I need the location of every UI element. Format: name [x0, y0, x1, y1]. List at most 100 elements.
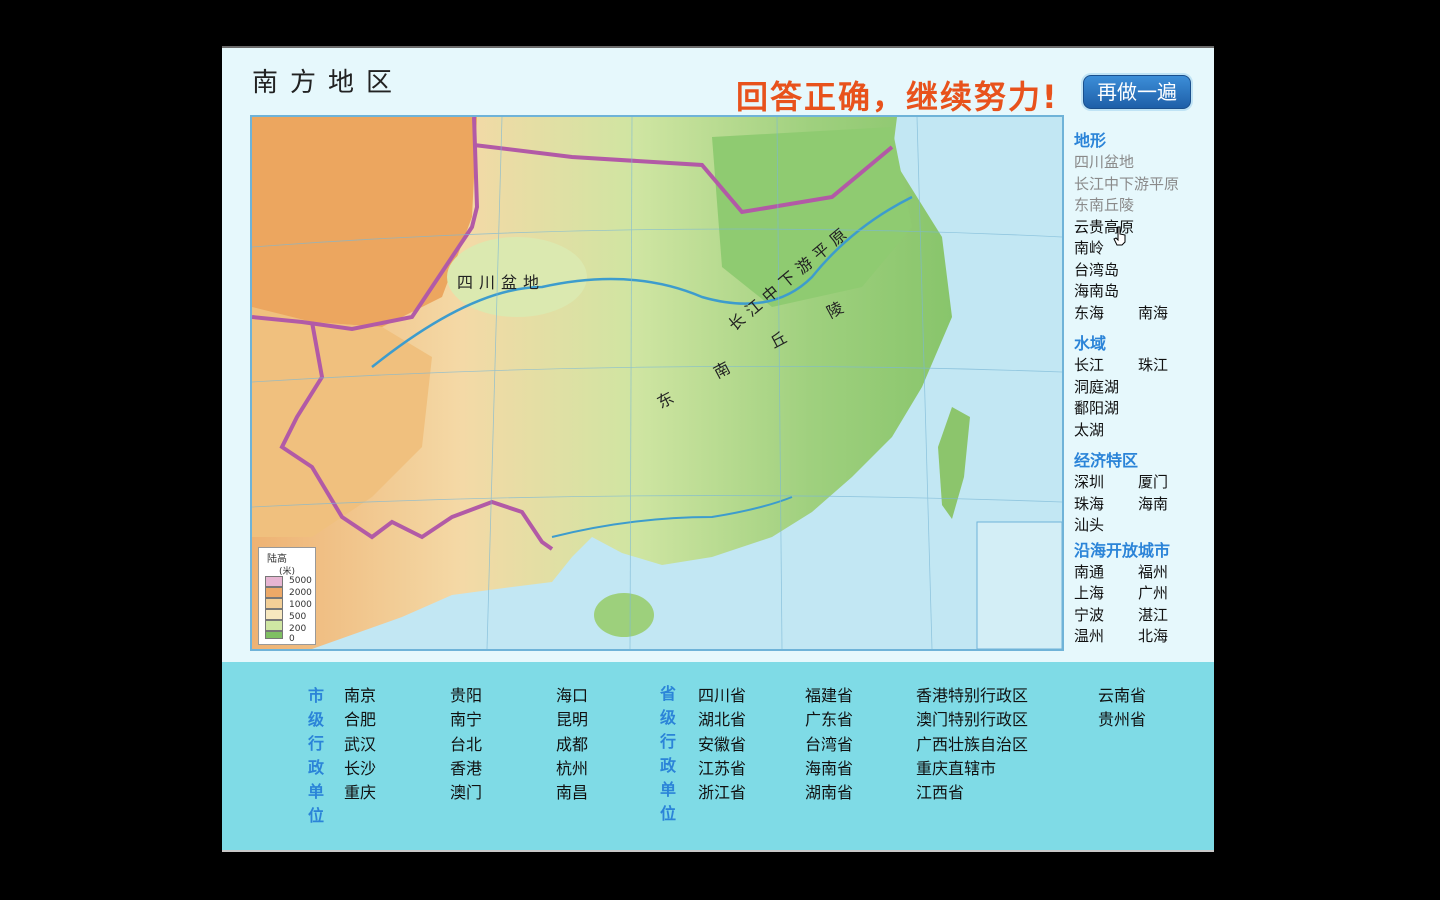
hainan-island	[594, 593, 654, 637]
option-row: 汕头	[1074, 515, 1214, 537]
option-city[interactable]: 福州	[1138, 562, 1168, 584]
legend-swatch	[265, 587, 283, 598]
province-level-label: 省级行政单位	[659, 684, 676, 823]
city-item[interactable]: 南昌	[556, 781, 588, 805]
city-item[interactable]: 澳门	[450, 781, 482, 805]
legend-value: 2000	[289, 588, 312, 598]
city-item[interactable]: 南宁	[450, 708, 482, 732]
province-item[interactable]: 台湾省	[805, 733, 853, 757]
city-item[interactable]: 贵阳	[450, 684, 482, 708]
province-item[interactable]: 广西壮族自治区	[916, 733, 1028, 757]
province-item[interactable]: 湖北省	[698, 708, 746, 732]
option-done[interactable]: 东南丘陵	[1074, 195, 1214, 217]
option-city[interactable]: 汕头	[1074, 515, 1138, 537]
option-city[interactable]: 广州	[1138, 583, 1168, 605]
province-item[interactable]: 贵州省	[1098, 708, 1146, 732]
option-done[interactable]: 长江中下游平原	[1074, 174, 1214, 196]
city-item[interactable]: 重庆	[344, 781, 376, 805]
option-dongting-lake[interactable]: 洞庭湖	[1074, 377, 1214, 399]
legend-swatch	[265, 631, 283, 639]
province-item[interactable]: 福建省	[805, 684, 853, 708]
option-row: 深圳 厦门	[1074, 472, 1214, 494]
province-item[interactable]: 安徽省	[698, 733, 746, 757]
legend-swatch	[265, 609, 283, 620]
option-city[interactable]: 上海	[1074, 583, 1138, 605]
province-item[interactable]: 海南省	[805, 757, 853, 781]
option-done[interactable]: 四川盆地	[1074, 152, 1214, 174]
city-item[interactable]: 杭州	[556, 757, 588, 781]
option-city[interactable]: 南通	[1074, 562, 1138, 584]
option-row: 长江 珠江	[1074, 355, 1214, 377]
legend-swatch	[265, 576, 283, 587]
option-row: 南通 福州	[1074, 562, 1214, 584]
option-yungui-plateau[interactable]: 云贵高原	[1074, 217, 1214, 239]
option-row: 东海 南海	[1074, 303, 1214, 325]
province-item[interactable]: 广东省	[805, 708, 853, 732]
option-city[interactable]: 温州	[1074, 626, 1138, 648]
section-terrain-heading: 地形	[1074, 131, 1107, 150]
province-column: 福建省 广东省 台湾省 海南省 湖南省	[805, 684, 853, 805]
option-poyang-lake[interactable]: 鄱阳湖	[1074, 398, 1214, 420]
city-item[interactable]: 武汉	[344, 733, 376, 757]
city-item[interactable]: 成都	[556, 733, 588, 757]
section-water-heading: 水域	[1074, 334, 1107, 353]
option-city[interactable]: 湛江	[1138, 605, 1168, 627]
option-city[interactable]: 厦门	[1138, 472, 1168, 494]
city-item[interactable]: 合肥	[344, 708, 376, 732]
province-item[interactable]: 云南省	[1098, 684, 1146, 708]
option-row: 上海 广州	[1074, 583, 1214, 605]
city-item[interactable]: 昆明	[556, 708, 588, 732]
physical-map: 四川盆地 长江中下游平原 东南丘陵 陆高 (米) 5000 2000 1000 …	[250, 115, 1064, 651]
map-terrain	[252, 117, 1062, 649]
legend-value: 200	[289, 624, 307, 634]
city-item[interactable]: 香港	[450, 757, 482, 781]
section-coastal-heading: 沿海开放城市	[1074, 540, 1171, 560]
answer-panel: 地形 四川盆地 长江中下游平原 东南丘陵 云贵高原 南岭 台湾岛 海南岛 东海南…	[1074, 130, 1214, 648]
option-row: 宁波 湛江	[1074, 605, 1214, 627]
province-column: 四川省 湖北省 安徽省 江苏省 浙江省	[698, 684, 746, 805]
province-item[interactable]: 江苏省	[698, 757, 746, 781]
city-item[interactable]: 南京	[344, 684, 376, 708]
admin-units-panel: 市级行政单位 南京 合肥 武汉 长沙 重庆 贵阳 南宁 台北 香港 澳门 海口 …	[222, 662, 1214, 850]
city-item[interactable]: 海口	[556, 684, 588, 708]
legend-value: 500	[289, 612, 307, 622]
hand-cursor-icon	[1113, 226, 1126, 246]
option-row: 温州 北海	[1074, 626, 1214, 648]
option-south-sea[interactable]: 南海	[1138, 303, 1168, 325]
province-item[interactable]: 澳门特别行政区	[916, 708, 1028, 732]
option-hainan-island[interactable]: 海南岛	[1074, 281, 1214, 303]
legend-swatch	[265, 620, 283, 631]
option-pearl-river[interactable]: 珠江	[1138, 355, 1168, 377]
answer-feedback: 回答正确，继续努力!	[736, 78, 1059, 116]
province-column: 香港特别行政区 澳门特别行政区 广西壮族自治区 重庆直辖市 江西省	[916, 684, 1028, 805]
legend-title: 陆高	[267, 554, 287, 565]
option-city[interactable]: 宁波	[1074, 605, 1138, 627]
city-item[interactable]: 台北	[450, 733, 482, 757]
province-item[interactable]: 香港特别行政区	[916, 684, 1028, 708]
option-city[interactable]: 深圳	[1074, 472, 1138, 494]
city-column: 海口 昆明 成都 杭州 南昌	[556, 684, 588, 805]
province-item[interactable]: 湖南省	[805, 781, 853, 805]
option-yangtze[interactable]: 长江	[1074, 355, 1138, 377]
option-city[interactable]: 海南	[1138, 494, 1168, 516]
city-column: 贵阳 南宁 台北 香港 澳门	[450, 684, 482, 805]
province-item[interactable]: 江西省	[916, 781, 1028, 805]
province-column: 云南省 贵州省	[1098, 684, 1146, 733]
city-item[interactable]: 长沙	[344, 757, 376, 781]
province-item[interactable]: 浙江省	[698, 781, 746, 805]
label-sichuan-basin: 四川盆地	[457, 273, 546, 292]
option-east-sea[interactable]: 东海	[1074, 303, 1138, 325]
option-nanling[interactable]: 南岭	[1074, 238, 1214, 260]
city-level-label: 市级行政单位	[307, 686, 324, 825]
city-column: 南京 合肥 武汉 长沙 重庆	[344, 684, 376, 805]
option-city[interactable]: 珠海	[1074, 494, 1138, 516]
province-item[interactable]: 重庆直辖市	[916, 757, 1028, 781]
elevation-legend: 陆高 (米) 5000 2000 1000 500 200 0	[258, 547, 316, 645]
option-tai-lake[interactable]: 太湖	[1074, 420, 1214, 442]
province-item[interactable]: 四川省	[698, 684, 746, 708]
redo-button[interactable]: 再做一遍	[1083, 75, 1191, 109]
legend-value: 0	[289, 634, 295, 644]
legend-value: 1000	[289, 600, 312, 610]
option-taiwan-island[interactable]: 台湾岛	[1074, 260, 1214, 282]
option-city[interactable]: 北海	[1138, 626, 1168, 648]
